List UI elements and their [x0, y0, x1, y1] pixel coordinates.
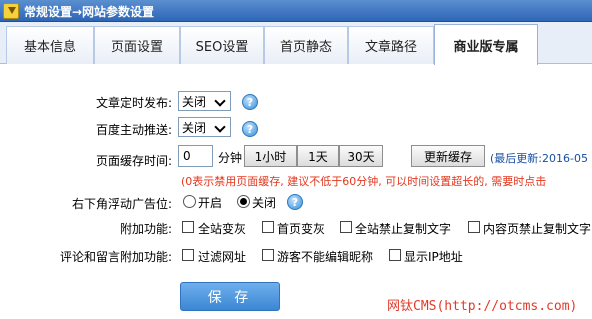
baidu-push-label: 百度主动推送: [95, 123, 172, 137]
cache-30-days-button[interactable]: 30天 [339, 145, 383, 167]
timed-publish-value: 关闭 [182, 94, 207, 109]
tab-page-settings[interactable]: 页面设置 [94, 26, 180, 64]
float-ad-on-radio[interactable] [183, 195, 196, 208]
guest-nickname-checkbox[interactable] [262, 249, 274, 261]
show-ip-label: 显示IP地址 [404, 250, 463, 264]
float-ad-on-label: 开启 [198, 196, 223, 210]
timed-publish-select[interactable]: 关闭 [178, 91, 231, 111]
timed-publish-label: 文章定时发布: [95, 96, 172, 110]
help-icon[interactable]: ? [242, 94, 258, 110]
baidu-push-select[interactable]: 关闭 [178, 117, 231, 137]
cache-1-day-button[interactable]: 1天 [297, 145, 339, 167]
gray-homepage-label: 首页变灰 [277, 222, 326, 236]
cache-hint: (0表示禁用页面缓存, 建议不低于60分钟, 可以时间设置超长的, 需要时点击 [181, 175, 547, 188]
download-icon [3, 3, 19, 19]
title-bar: 常规设置→网站参数设置 [0, 0, 592, 22]
tab-basic-info[interactable]: 基本信息 [6, 26, 94, 64]
chevron-down-icon [214, 94, 228, 108]
chevron-down-icon [214, 120, 228, 134]
cache-1-hour-button[interactable]: 1小时 [244, 145, 297, 167]
disable-copy-content-label: 内容页禁止复制文字 [483, 222, 592, 236]
cache-time-label: 页面缓存时间: [95, 154, 172, 168]
gray-site-checkbox[interactable] [182, 221, 194, 233]
tab-homepage-static[interactable]: 首页静态 [264, 26, 348, 64]
float-ad-label: 右下角浮动广告位: [71, 197, 172, 211]
gray-homepage-checkbox[interactable] [262, 221, 274, 233]
guest-nickname-label: 游客不能编辑昵称 [277, 250, 374, 264]
save-button[interactable]: 保 存 [180, 282, 280, 311]
show-ip-checkbox[interactable] [389, 249, 401, 261]
float-ad-off-label: 关闭 [252, 196, 277, 210]
float-ad-off-radio[interactable] [237, 195, 250, 208]
filter-url-label: 过滤网址 [198, 250, 247, 264]
help-icon[interactable]: ? [287, 194, 303, 210]
settings-window: 常规设置→网站参数设置 基本信息 页面设置 SEO设置 首页静态 文章路径 商业… [0, 0, 592, 319]
tab-article-path[interactable]: 文章路径 [348, 26, 434, 64]
cache-minutes-input[interactable]: 0 [178, 145, 213, 167]
tab-seo-settings[interactable]: SEO设置 [180, 26, 264, 64]
addons-label: 附加功能: [119, 222, 172, 236]
update-cache-button[interactable]: 更新缓存 [411, 145, 485, 167]
disable-copy-site-checkbox[interactable] [340, 221, 352, 233]
disable-copy-site-label: 全站禁止复制文字 [355, 222, 452, 236]
baidu-push-value: 关闭 [182, 120, 207, 135]
cache-unit-label: 分钟 [218, 151, 243, 165]
filter-url-checkbox[interactable] [182, 249, 194, 261]
cache-last-update: (最后更新:2016-05 [490, 152, 588, 165]
disable-copy-content-checkbox[interactable] [468, 221, 480, 233]
help-icon[interactable]: ? [242, 121, 258, 137]
page-title: 常规设置→网站参数设置 [24, 5, 155, 19]
tab-strip: 基本信息 页面设置 SEO设置 首页静态 文章路径 商业版专属 [0, 22, 592, 65]
tab-business-edition[interactable]: 商业版专属 [434, 24, 538, 65]
gray-site-label: 全站变灰 [198, 222, 247, 236]
watermark: 网钛CMS(http://otcms.com) [387, 299, 578, 314]
comment-addons-label: 评论和留言附加功能: [59, 250, 172, 264]
cache-minutes-value: 0 [183, 149, 191, 163]
